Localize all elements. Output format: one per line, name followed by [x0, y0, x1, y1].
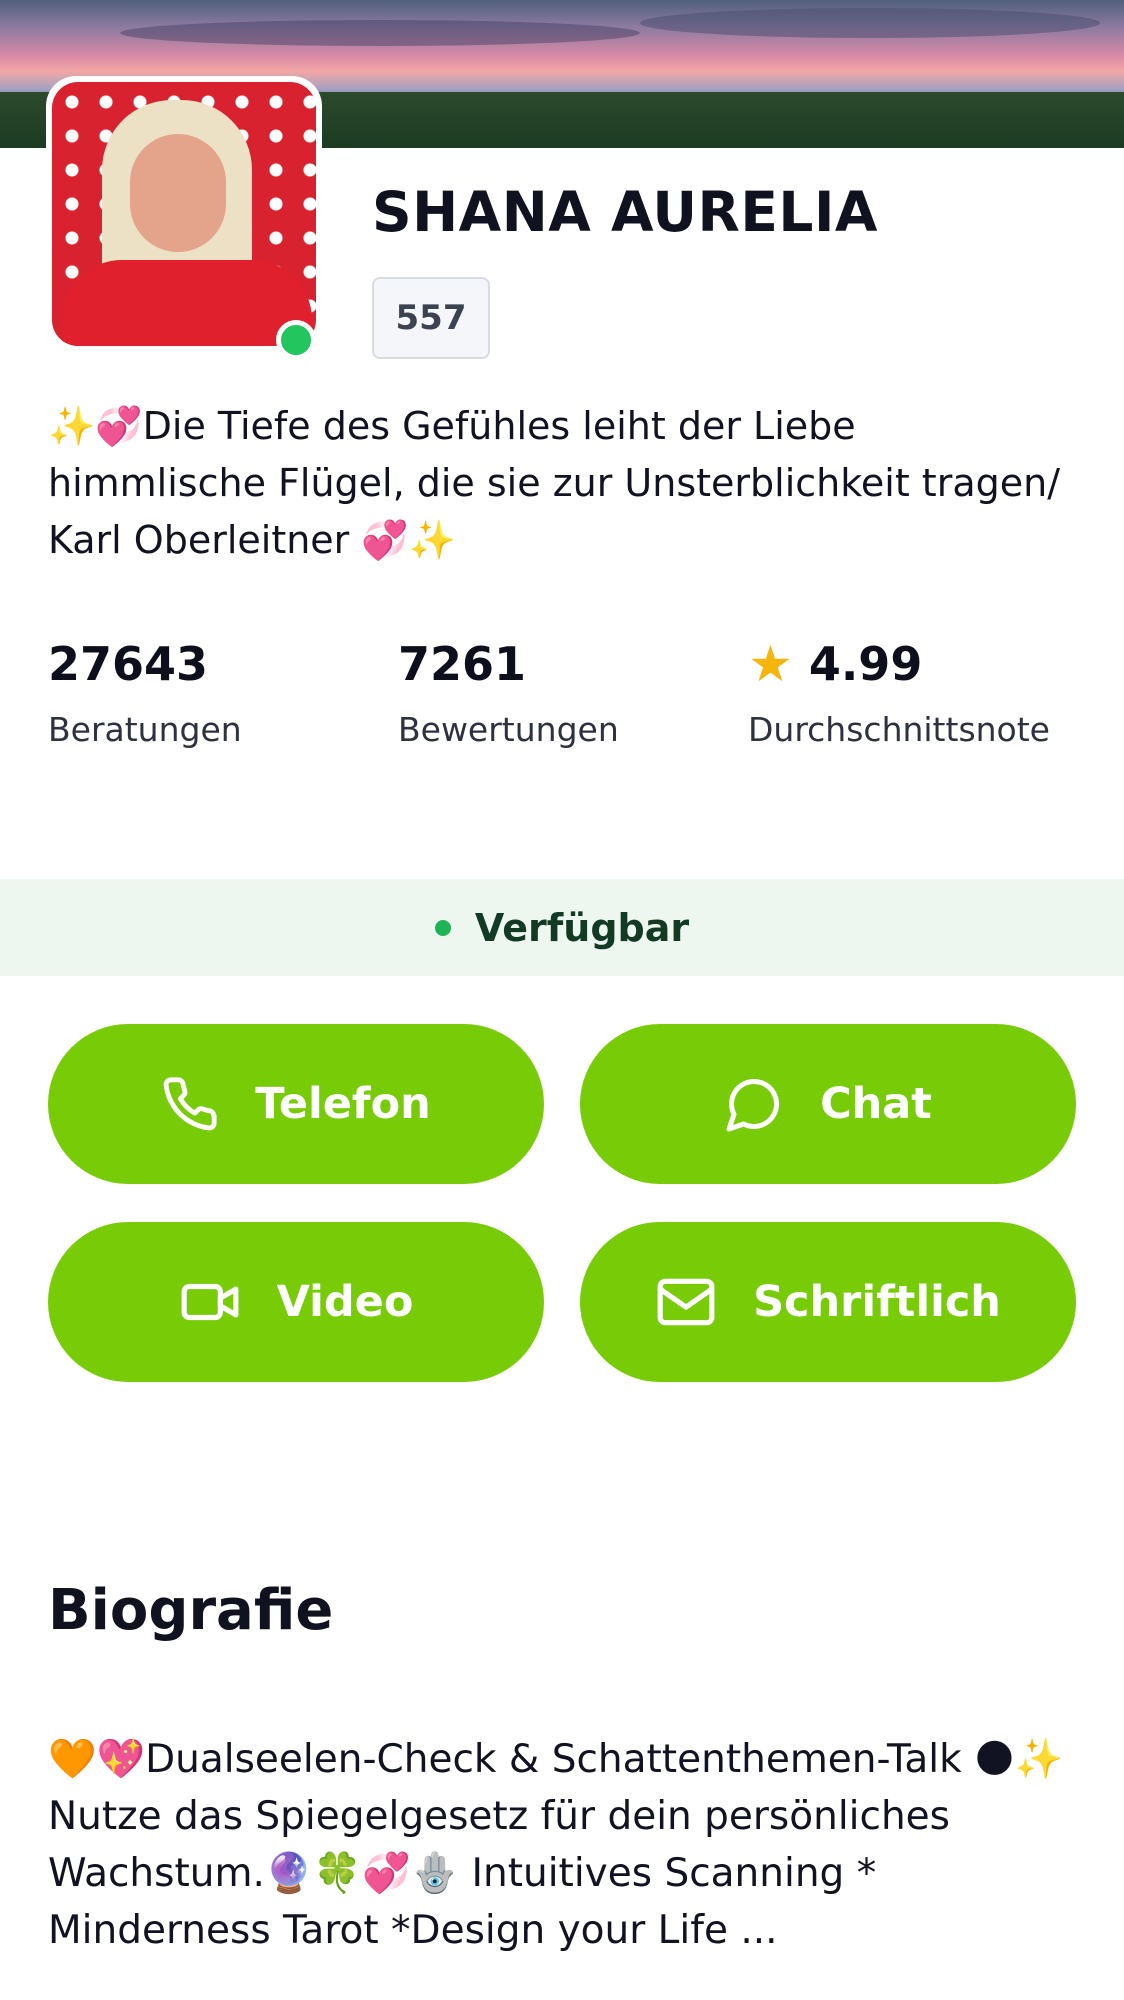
availability-bar: Verfügbar [0, 879, 1124, 976]
avatar-face [130, 134, 226, 252]
online-status-dot [276, 320, 316, 360]
chat-button[interactable]: Chat [580, 1024, 1076, 1184]
stat-rating-row: ★ 4.99 [748, 632, 1050, 696]
banner-cloud [120, 20, 640, 46]
envelope-icon [657, 1278, 715, 1326]
written-button-label: Schriftlich [753, 1277, 1001, 1327]
advisor-id-badge: 557 [372, 277, 490, 359]
availability-label: Verfügbar [474, 905, 690, 950]
avatar-shirt [62, 260, 312, 346]
advisor-tagline: ✨💞Die Tiefe des Gefühles leiht der Liebe… [48, 404, 1060, 562]
video-camera-icon [181, 1283, 239, 1321]
stat-rating-label: Durchschnittsnote [748, 710, 1050, 749]
stat-reviews-value: 7261 [398, 637, 527, 691]
chat-bubble-icon [726, 1078, 780, 1132]
stat-rating: ★ 4.99 Durchschnittsnote [748, 632, 1050, 749]
stat-reviews[interactable]: 7261 Bewertungen [398, 632, 619, 749]
video-button-label: Video [276, 1277, 414, 1327]
biography-heading: Biografie [48, 1578, 334, 1643]
phone-button-label: Telefon [255, 1079, 431, 1129]
written-button[interactable]: Schriftlich [580, 1222, 1076, 1382]
stat-rating-value: 4.99 [808, 637, 923, 691]
star-icon: ★ [748, 635, 793, 693]
stat-reviews-label: Bewertungen [398, 710, 619, 749]
avatar-frame [46, 76, 322, 352]
banner-cloud [640, 8, 1100, 38]
chat-button-label: Chat [820, 1079, 932, 1129]
stat-consultations: 27643 Beratungen [48, 632, 242, 749]
stat-consultations-label: Beratungen [48, 710, 242, 749]
phone-icon [163, 1077, 217, 1131]
biography-text: 🧡💖Dualseelen-Check & Schattenthemen-Talk… [48, 1737, 1064, 1953]
stat-consultations-value: 27643 [48, 637, 209, 691]
avatar[interactable] [52, 82, 316, 346]
phone-button[interactable]: Telefon [48, 1024, 544, 1184]
video-button[interactable]: Video [48, 1222, 544, 1382]
availability-dot [434, 919, 451, 936]
advisor-name: SHANA AURELIA [372, 180, 878, 244]
